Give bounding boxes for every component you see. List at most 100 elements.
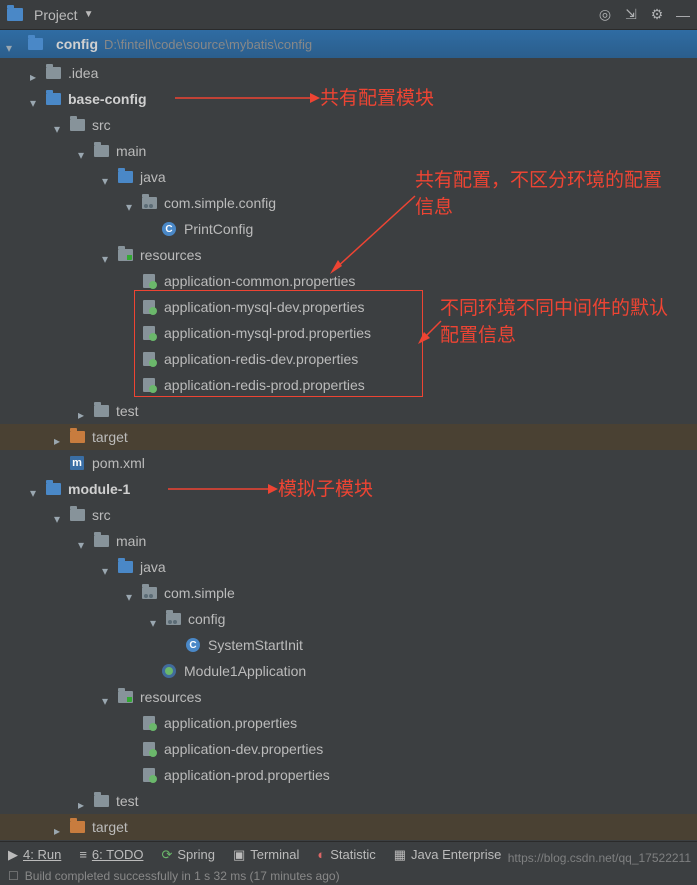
node-label: main xyxy=(116,533,146,549)
tree-node-module1[interactable]: module-1 xyxy=(0,476,697,502)
collapse-icon[interactable]: ⇲ xyxy=(623,7,639,23)
resources-folder-icon xyxy=(116,247,134,263)
tree-node-config-folder[interactable]: config xyxy=(0,606,697,632)
node-label: application-mysql-dev.properties xyxy=(164,299,365,315)
tree-node-properties-file[interactable]: application-common.properties xyxy=(0,268,697,294)
node-label: PrintConfig xyxy=(184,221,253,237)
tree-node-class[interactable]: C PrintConfig xyxy=(0,216,697,242)
node-label: src xyxy=(92,117,111,133)
hide-icon[interactable]: — xyxy=(675,7,691,23)
tool-statistic[interactable]: ◐Statistic xyxy=(317,847,375,862)
expand-arrow-icon[interactable] xyxy=(102,692,112,702)
project-root-row[interactable]: config D:\fintell\code\source\mybatis\co… xyxy=(0,30,697,58)
tool-spring[interactable]: ⟳Spring xyxy=(161,847,214,863)
tree-node-package[interactable]: com.simple xyxy=(0,580,697,606)
properties-file-icon xyxy=(140,325,158,341)
tool-label: 6: TODO xyxy=(92,847,144,862)
project-toolbar: Project ▼ ◎ ⇲ ⚙ — xyxy=(0,0,697,30)
node-label: pom.xml xyxy=(92,455,145,471)
tool-java-ee[interactable]: ▦Java Enterprise xyxy=(394,847,502,863)
tree-node-properties-file[interactable]: application-mysql-prod.properties xyxy=(0,320,697,346)
tree-node-resources[interactable]: resources xyxy=(0,242,697,268)
node-label: com.simple xyxy=(164,585,235,601)
folder-icon xyxy=(44,65,62,81)
terminal-icon: ▣ xyxy=(233,847,245,863)
tree-node-target[interactable]: target xyxy=(0,814,697,840)
tree-node-java[interactable]: java xyxy=(0,164,697,190)
tree-node-class[interactable]: C SystemStartInit xyxy=(0,632,697,658)
expand-arrow-icon[interactable] xyxy=(102,172,112,182)
tree-node-properties-file[interactable]: application-mysql-dev.properties xyxy=(0,294,697,320)
tool-label: 4: Run xyxy=(23,847,61,862)
expand-arrow-icon[interactable] xyxy=(78,146,88,156)
tool-todo[interactable]: ≡ 6: TODO xyxy=(79,847,143,862)
expand-arrow-icon[interactable] xyxy=(102,562,112,572)
node-label: java xyxy=(140,559,166,575)
tree-node-test[interactable]: test xyxy=(0,398,697,424)
spring-boot-icon xyxy=(160,663,178,679)
expand-arrow-icon[interactable] xyxy=(54,510,64,520)
tree-node-src[interactable]: src xyxy=(0,502,697,528)
expand-arrow-icon[interactable] xyxy=(6,39,16,49)
tree-node-target[interactable]: target xyxy=(0,424,697,450)
node-label: test xyxy=(116,403,139,419)
tree-node-test[interactable]: test xyxy=(0,788,697,814)
project-tool-label[interactable]: Project xyxy=(34,7,78,23)
tree-node-properties-file[interactable]: application-redis-dev.properties xyxy=(0,346,697,372)
expand-arrow-icon[interactable] xyxy=(30,484,40,494)
tree-node-java[interactable]: java xyxy=(0,554,697,580)
node-label: target xyxy=(92,819,128,835)
expand-arrow-icon[interactable] xyxy=(150,614,160,624)
properties-file-icon xyxy=(140,299,158,315)
expand-arrow-icon[interactable] xyxy=(78,406,88,416)
chevron-down-icon[interactable]: ▼ xyxy=(84,9,94,20)
statistic-icon: ◐ xyxy=(317,847,325,862)
expand-arrow-icon[interactable] xyxy=(54,120,64,130)
expand-arrow-icon[interactable] xyxy=(126,588,136,598)
maven-icon: m xyxy=(68,455,86,471)
node-label: Module1Application xyxy=(184,663,306,679)
expand-arrow-icon[interactable] xyxy=(54,432,64,442)
folder-icon xyxy=(92,793,110,809)
class-icon: C xyxy=(184,637,202,653)
node-label: SystemStartInit xyxy=(208,637,303,653)
expand-arrow-icon[interactable] xyxy=(78,536,88,546)
node-label: target xyxy=(92,429,128,445)
expand-arrow-icon[interactable] xyxy=(54,822,64,832)
tree-node-main[interactable]: main xyxy=(0,138,697,164)
node-label: application.properties xyxy=(164,715,297,731)
sources-folder-icon xyxy=(116,169,134,185)
tree-node-main[interactable]: main xyxy=(0,528,697,554)
tree-node-package[interactable]: com.simple.config xyxy=(0,190,697,216)
expand-arrow-icon[interactable] xyxy=(102,250,112,260)
tree-node-resources[interactable]: resources xyxy=(0,684,697,710)
expand-arrow-icon[interactable] xyxy=(30,68,40,78)
expand-arrow-icon[interactable] xyxy=(78,796,88,806)
sources-folder-icon xyxy=(116,559,134,575)
node-label: java xyxy=(140,169,166,185)
todo-icon: ≡ xyxy=(79,847,87,862)
tree-node-spring-app[interactable]: Module1Application xyxy=(0,658,697,684)
status-checkbox[interactable]: ☐ xyxy=(8,869,19,883)
locate-icon[interactable]: ◎ xyxy=(597,7,613,23)
module-folder-icon xyxy=(26,36,44,52)
expand-arrow-icon[interactable] xyxy=(126,198,136,208)
tool-terminal[interactable]: ▣Terminal xyxy=(233,847,299,863)
tree-node-properties-file[interactable]: application-prod.properties xyxy=(0,762,697,788)
tree-node-properties-file[interactable]: application-redis-prod.properties xyxy=(0,372,697,398)
node-label: application-common.properties xyxy=(164,273,355,289)
node-label: config xyxy=(188,611,225,627)
gear-icon[interactable]: ⚙ xyxy=(649,7,665,23)
tree-node-properties-file[interactable]: application.properties xyxy=(0,710,697,736)
tree-node-properties-file[interactable]: application-dev.properties xyxy=(0,736,697,762)
tool-run[interactable]: ▶4: Run xyxy=(8,847,61,863)
tree-node-base-config[interactable]: base-config xyxy=(0,86,697,112)
tree-node-idea[interactable]: .idea xyxy=(0,60,697,86)
tree-node-src[interactable]: src xyxy=(0,112,697,138)
module-folder-icon xyxy=(44,481,62,497)
expand-arrow-icon[interactable] xyxy=(30,94,40,104)
node-label: .idea xyxy=(68,65,98,81)
node-label: com.simple.config xyxy=(164,195,276,211)
tree-node-pom[interactable]: m pom.xml xyxy=(0,450,697,476)
node-label: application-redis-prod.properties xyxy=(164,377,365,393)
